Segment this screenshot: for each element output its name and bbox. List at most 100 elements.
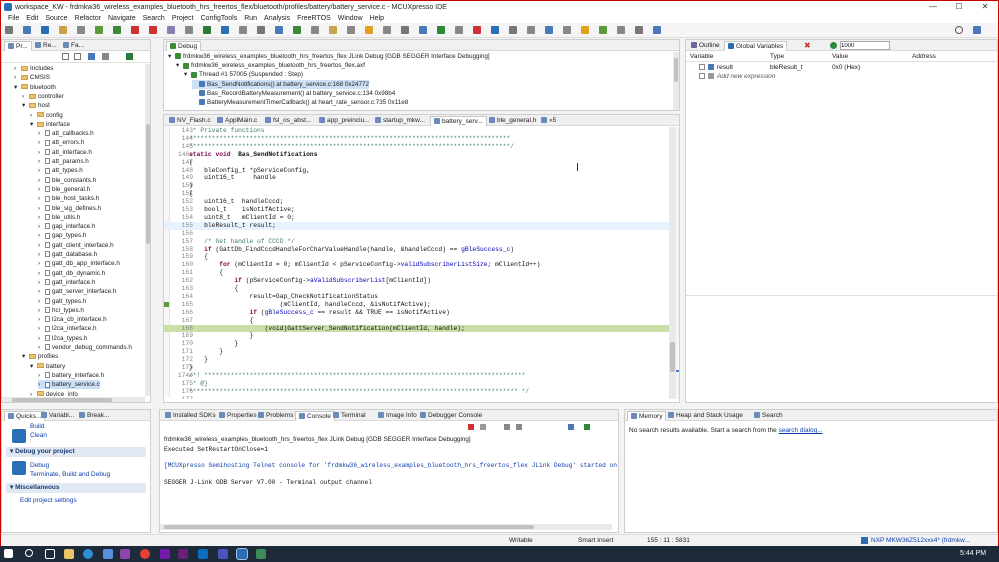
menu-navigate[interactable]: Navigate — [108, 15, 136, 22]
chevron-right-icon[interactable]: › — [14, 73, 21, 82]
toolbar-icon[interactable] — [23, 26, 31, 34]
chevron-down-icon[interactable]: ▾ — [184, 70, 191, 79]
extra-app-icon[interactable] — [256, 549, 266, 559]
windows-start-icon[interactable] — [4, 549, 13, 558]
menu-project[interactable]: Project — [172, 15, 194, 22]
tree-item[interactable]: › vendor_debug_commands.h — [38, 343, 132, 352]
column-header[interactable]: Type — [770, 53, 784, 60]
menu-run[interactable]: Run — [244, 15, 257, 22]
toolbar-icon[interactable] — [473, 26, 481, 34]
scroll-lock-icon[interactable] — [516, 424, 522, 430]
tree-item[interactable]: › att_params.h — [38, 157, 89, 166]
toolbar-icon[interactable] — [77, 26, 85, 34]
filter-icon[interactable] — [88, 53, 95, 60]
tree-item[interactable]: › controller — [22, 92, 64, 101]
toolbar-icon[interactable] — [383, 26, 391, 34]
chevron-down-icon[interactable]: ▾ — [22, 101, 29, 110]
tree-item[interactable]: ▾ profiles — [22, 352, 58, 361]
explorer-tab[interactable]: Pr... — [4, 41, 32, 51]
console-hscroll[interactable] — [160, 524, 612, 530]
debug-section-header[interactable]: ▾ Debug your project — [6, 447, 146, 457]
toolbar-icon[interactable] — [329, 26, 337, 34]
tab-debug[interactable]: Debug — [166, 41, 202, 51]
refresh-icon[interactable] — [830, 42, 837, 49]
file-explorer-icon[interactable] — [64, 549, 74, 559]
chrome-icon[interactable] — [140, 549, 150, 559]
column-header[interactable]: Address — [912, 53, 936, 60]
close-button[interactable]: ✕ — [972, 1, 998, 13]
toolbar-icon[interactable] — [581, 26, 589, 34]
tree-item[interactable]: ▾ host — [22, 101, 50, 110]
toolbar-icon[interactable] — [599, 26, 607, 34]
toolbar-icon[interactable] — [149, 26, 157, 34]
link-editor-icon[interactable] — [74, 53, 81, 60]
tree-item[interactable]: › gatt_server_interface.h — [38, 287, 116, 296]
explorer-tab[interactable]: Fa... — [60, 41, 87, 51]
toolbar-icon[interactable] — [437, 26, 445, 34]
debug-link[interactable]: Debug — [30, 462, 49, 469]
remove-all-icon[interactable]: ✖ — [804, 42, 811, 50]
debug-tree-item[interactable]: BatteryMeasurementTimerCallback() at hea… — [192, 98, 408, 107]
toolbar-icon[interactable] — [311, 26, 319, 34]
task-view-icon[interactable] — [45, 549, 55, 559]
onenote-icon[interactable] — [120, 549, 130, 559]
quickstart-tab[interactable]: Break... — [76, 411, 112, 421]
tree-item[interactable]: › gap_interface.h — [38, 222, 95, 231]
tree-item[interactable]: › ble_host_tasks.h — [38, 194, 99, 203]
search-icon[interactable] — [25, 549, 33, 557]
checkbox[interactable] — [699, 73, 705, 79]
toolbar-icon[interactable] — [617, 26, 625, 34]
menu-source[interactable]: Source — [45, 15, 67, 22]
variable-row[interactable]: Add new expression — [686, 72, 997, 81]
console-tab[interactable]: Properties — [216, 411, 260, 421]
chevron-down-icon[interactable]: ▾ — [168, 52, 175, 61]
clear-console-icon[interactable] — [504, 424, 510, 430]
menu-refactor[interactable]: Refactor — [75, 15, 101, 22]
console-tab[interactable]: Terminal — [330, 411, 369, 421]
perspective-icon[interactable] — [973, 26, 981, 34]
chevron-down-icon[interactable]: ▾ — [30, 362, 37, 371]
checkbox[interactable] — [699, 64, 705, 70]
editor-vscroll[interactable] — [669, 127, 676, 399]
tree-item[interactable]: › CMSIS — [14, 73, 50, 82]
tree-item[interactable]: › att_callbacks.h — [38, 129, 94, 138]
editor-tab[interactable]: app_preinclu... — [316, 116, 373, 126]
misc-section-header[interactable]: ▾ Miscellaneous — [6, 483, 146, 493]
toolbar-icon[interactable] — [95, 26, 103, 34]
tree-item[interactable]: › ble_sig_defines.h — [38, 204, 101, 213]
menu-freertos[interactable]: FreeRTOS — [297, 15, 331, 22]
edit-settings-link[interactable]: Edit project settings — [20, 497, 77, 504]
tree-item[interactable]: › gatt_db_app_interface.h — [38, 259, 120, 268]
toolbar-icon[interactable] — [185, 26, 193, 34]
menu-analysis[interactable]: Analysis — [264, 15, 290, 22]
console-tab[interactable]: Console — [295, 411, 335, 421]
console-tab[interactable]: Installed SDKs — [162, 411, 219, 421]
toolbar-icon[interactable] — [131, 26, 139, 34]
tree-item[interactable]: ▾ bluetooth — [14, 83, 56, 92]
project-tree-hscroll[interactable] — [2, 397, 145, 402]
tree-item[interactable]: › l2ca_interface.h — [38, 324, 96, 333]
tree-item[interactable]: › battery_interface.h — [38, 371, 104, 380]
visual-studio-icon[interactable] — [178, 549, 188, 559]
chevron-right-icon[interactable]: › — [14, 64, 21, 73]
tree-item[interactable]: › att_types.h — [38, 166, 83, 175]
refresh-interval-input[interactable] — [840, 41, 890, 50]
terminate-icon[interactable] — [468, 424, 474, 430]
toolbar-icon[interactable] — [113, 26, 121, 34]
edge-icon[interactable] — [83, 549, 93, 559]
editor-tab[interactable]: »5 — [538, 116, 559, 126]
mcuxpresso-task-icon[interactable] — [236, 548, 248, 560]
menu-window[interactable]: Window — [338, 15, 363, 22]
console-tab[interactable]: Debugger Console — [417, 411, 485, 421]
tree-item[interactable]: › gatt_interface.h — [38, 278, 95, 287]
tree-item[interactable]: ▾ interface — [30, 120, 70, 129]
debug-tree-item[interactable]: ▾ Thread #1 57005 (Suspended : Step) — [184, 70, 303, 79]
toolbar-icon[interactable] — [545, 26, 553, 34]
project-tree-vscroll[interactable] — [145, 64, 150, 396]
tab-outline[interactable]: Outline — [688, 41, 723, 51]
toolbar-icon[interactable] — [401, 26, 409, 34]
toolbar-icon[interactable] — [257, 26, 265, 34]
toolbar-icon[interactable] — [527, 26, 535, 34]
terminate-build-debug-link[interactable]: Terminate, Build and Debug — [30, 471, 110, 478]
editor-tab[interactable]: ble_general.h — [486, 116, 539, 126]
